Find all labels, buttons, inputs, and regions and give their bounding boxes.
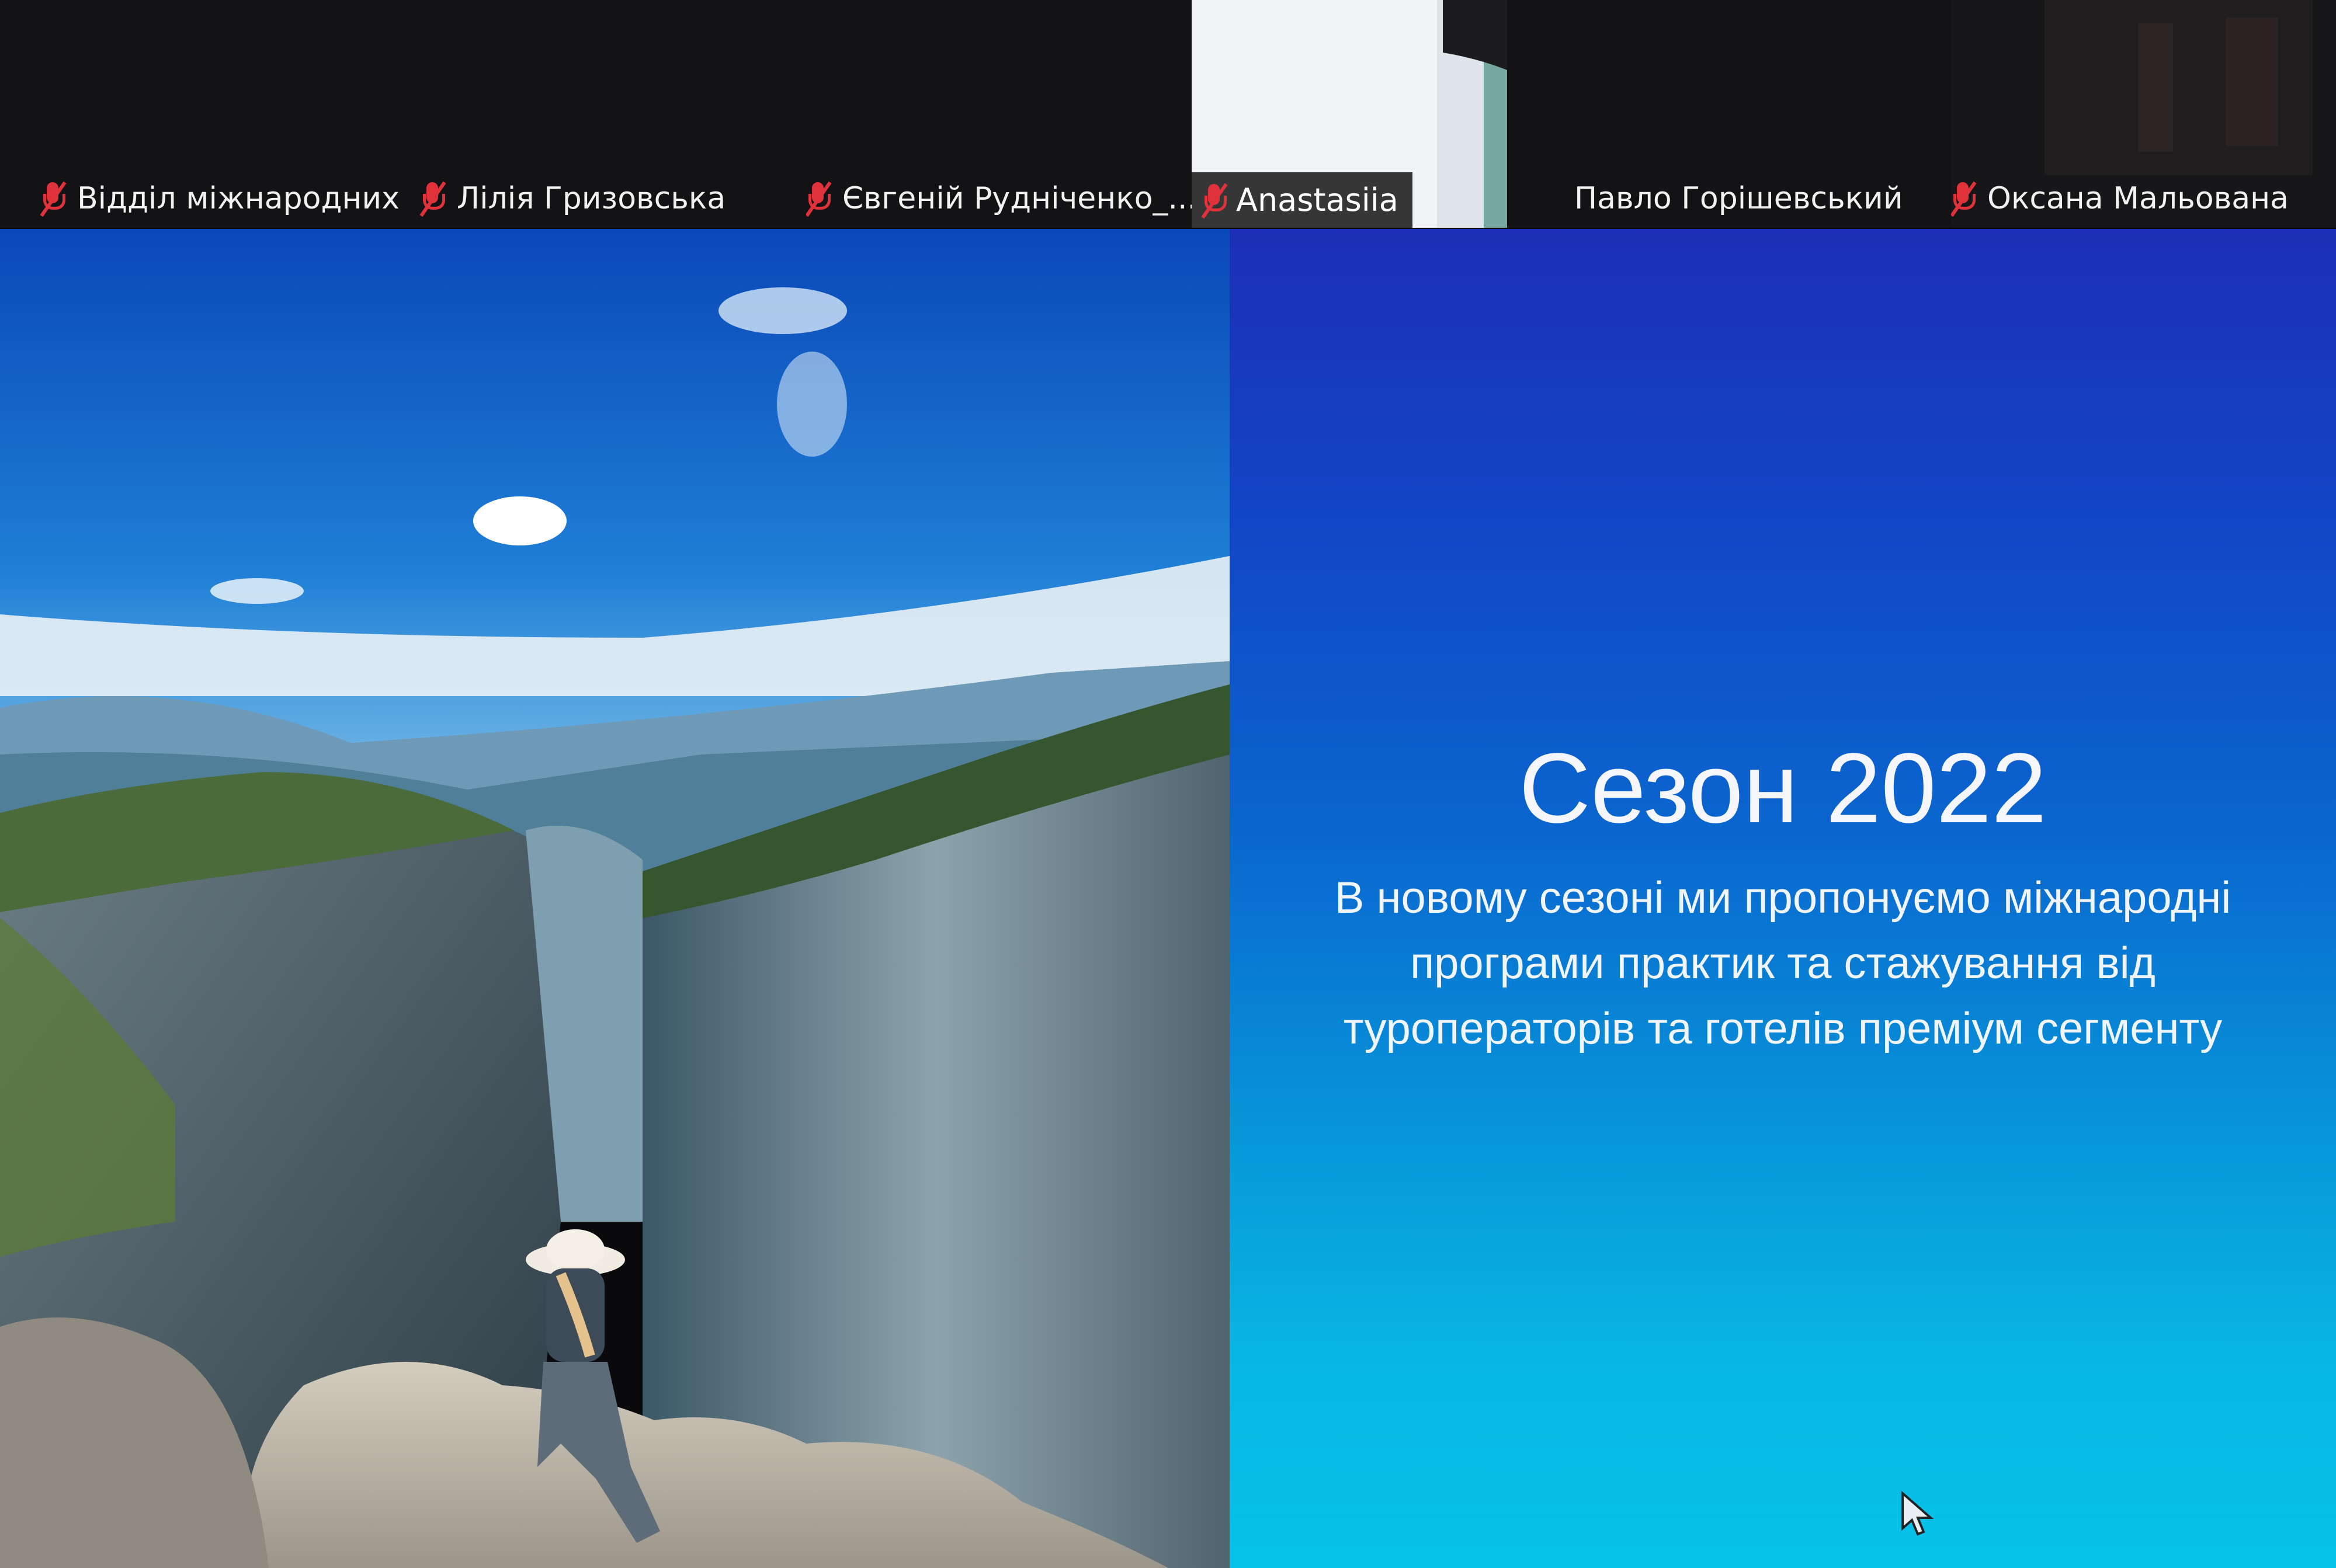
presentation-slide: Сезон 2022 В новому сезоні ми пропонуємо… (1230, 229, 2336, 1568)
participant-name-bar: Лілія Гризовська (419, 175, 726, 222)
participant-name: Anastasiia (1236, 182, 1398, 218)
mic-off-icon (1201, 183, 1228, 218)
participant-name: Євгеній Рудніченко_... (842, 181, 1192, 216)
participant-name-bar: Євгеній Рудніченко_... (806, 175, 1192, 222)
participant-tile[interactable]: Павло Горішевський (1507, 0, 1951, 228)
participant-name: Відділ міжнародних з... (77, 181, 409, 216)
mic-off-icon (806, 181, 832, 217)
mouse-cursor-icon (1901, 1491, 1934, 1536)
participant-strip: Відділ міжнародних з... Лілія Гризовська… (0, 0, 2336, 228)
participant-name-bar: Відділ міжнародних з... (40, 175, 409, 222)
participant-name-bar: Павло Горішевський (1574, 175, 1903, 222)
participant-name-chip: Anastasiia (1192, 172, 1412, 228)
slide-line: туроператорів та готелів преміум сегмент… (1343, 1004, 2223, 1054)
participant-name: Оксана Мальована (1987, 181, 2289, 216)
participant-name-bar: Оксана Мальована (1951, 175, 2289, 222)
participant-name: Лілія Гризовська (457, 181, 726, 216)
participant-tile[interactable]: Оксана Мальована (1951, 0, 2336, 228)
participant-tile[interactable]: Відділ міжнародних з... (0, 0, 409, 228)
slide-line: В новому сезоні ми пропонуємо міжнародні (1334, 873, 2231, 923)
participant-tile[interactable]: Євгеній Рудніченко_... (806, 0, 1192, 228)
slide-title: Сезон 2022 (1519, 733, 2047, 844)
slide-body: В новому сезоні ми пропонуємо міжнародні… (1265, 865, 2301, 1062)
mic-off-icon (1951, 181, 1977, 217)
canyon-photo (0, 229, 1230, 1568)
participant-name: Павло Горішевський (1574, 181, 1903, 216)
shared-screen[interactable]: Сезон 2022 В новому сезоні ми пропонуємо… (0, 229, 2336, 1568)
participant-tile[interactable]: Лілія Гризовська (409, 0, 806, 228)
slide-line: програми практик та стажування від (1410, 938, 2156, 988)
participant-tile-video[interactable]: Anastasiia (1192, 0, 1507, 228)
mic-off-icon (419, 181, 446, 217)
slide-photo (0, 229, 1230, 1568)
mic-off-icon (40, 181, 67, 217)
